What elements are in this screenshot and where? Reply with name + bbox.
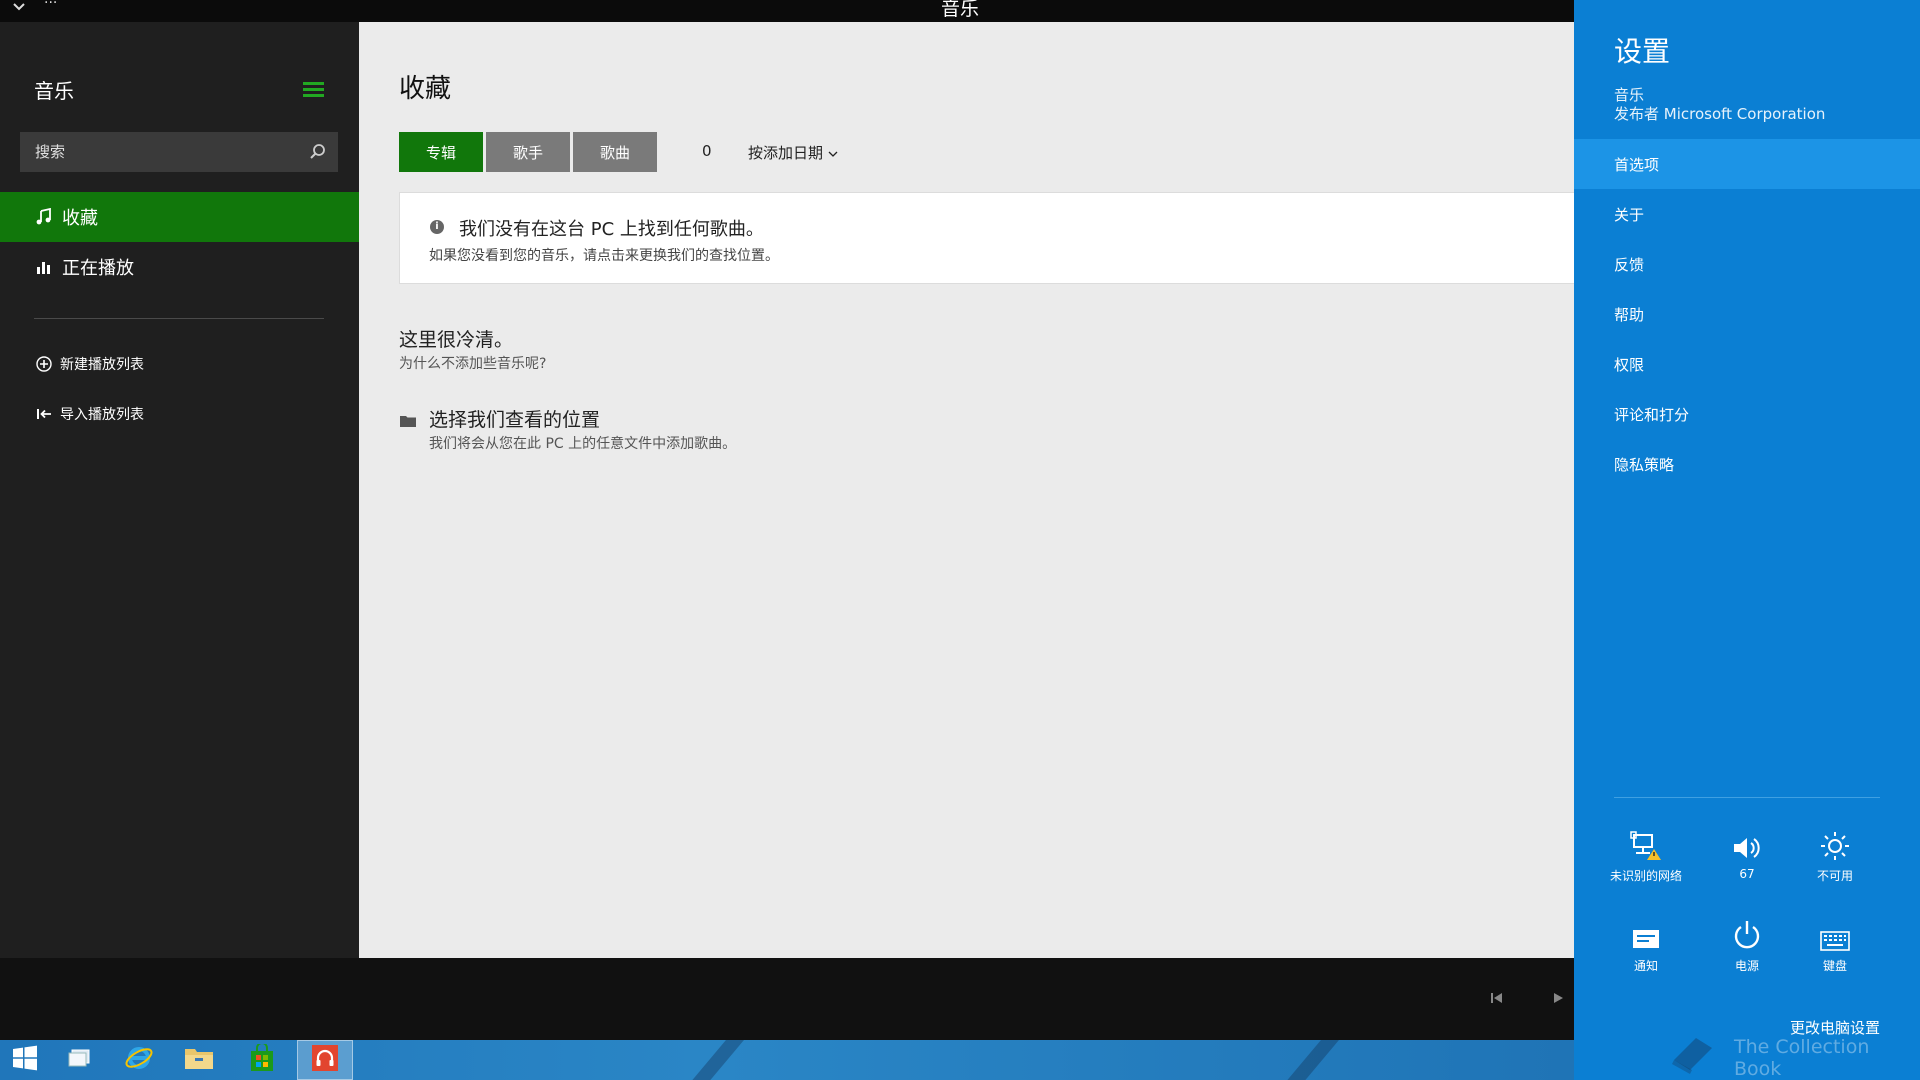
settings-charm: 设置 音乐 发布者 Microsoft Corporation 首选项 关于 反… [1574, 0, 1920, 1080]
hamburger-menu-icon[interactable] [303, 82, 324, 98]
keyboard-button[interactable]: 键盘 [1791, 915, 1879, 985]
power-label: 电源 [1734, 959, 1759, 973]
tab-artists[interactable]: 歌手 [486, 132, 570, 172]
divider [34, 318, 324, 319]
charm-item-label: 评论和打分 [1614, 405, 1690, 424]
sidebar-item-now-playing[interactable]: 正在播放 [0, 242, 359, 292]
folder-icon [400, 412, 416, 427]
previous-track-icon[interactable] [1487, 988, 1507, 1008]
tab-songs[interactable]: 歌曲 [573, 132, 657, 172]
choose-locations-subtext: 我们将会从您在此 PC 上的任意文件中添加歌曲。 [429, 436, 737, 452]
choose-locations-link[interactable]: 选择我们查看的位置 [429, 405, 600, 432]
brightness-label: 不可用 [1816, 869, 1853, 883]
volume-icon [1703, 825, 1791, 861]
charm-item-rate-review[interactable]: 评论和打分 [1574, 389, 1920, 439]
notice-subtitle: 如果您没看到您的音乐，请点击来更换我们的查找位置。 [429, 248, 779, 264]
import-playlist-label: 导入播放列表 [60, 407, 144, 423]
sort-label: 按添加日期 [748, 144, 824, 162]
empty-subtext: 为什么不添加些音乐呢? [399, 356, 547, 372]
charm-title: 设置 [1614, 35, 1671, 68]
equalizer-icon [34, 259, 54, 275]
chevron-down-icon [828, 144, 838, 162]
new-playlist-button[interactable]: 新建播放列表 [0, 349, 359, 379]
taskbar [0, 1040, 1574, 1080]
charm-item-feedback[interactable]: 反馈 [1574, 239, 1920, 289]
add-circle-icon [34, 356, 54, 372]
sidebar-item-collection[interactable]: 收藏 [0, 192, 359, 242]
music-app-button[interactable] [297, 1040, 353, 1080]
import-playlist-button[interactable]: 导入播放列表 [0, 399, 359, 429]
charm-item-label: 帮助 [1614, 305, 1645, 324]
file-explorer-button[interactable] [174, 1040, 224, 1080]
change-pc-settings-link[interactable]: 更改电脑设置 [1790, 1017, 1880, 1038]
power-icon [1703, 915, 1791, 951]
charm-item-label: 隐私策略 [1614, 455, 1675, 474]
store-button[interactable] [237, 1040, 287, 1080]
search-icon[interactable] [308, 142, 328, 162]
sidebar-item-label: 正在播放 [62, 258, 134, 279]
charm-item-label: 首选项 [1614, 155, 1660, 174]
network-label: 未识别的网络 [1609, 869, 1682, 883]
task-view-button[interactable] [54, 1040, 104, 1080]
import-icon [34, 407, 54, 421]
charm-item-label: 关于 [1614, 205, 1645, 224]
search-input[interactable] [20, 132, 305, 172]
charm-item-privacy[interactable]: 隐私策略 [1574, 439, 1920, 489]
internet-explorer-icon [124, 1043, 154, 1077]
wallpaper-stripe [675, 1040, 753, 1080]
charm-item-help[interactable]: 帮助 [1574, 289, 1920, 339]
brightness-icon [1791, 825, 1879, 861]
title-bar: ··· 音乐 [0, 0, 1574, 22]
wallpaper-stripe [1270, 1040, 1348, 1080]
network-warning-icon [1602, 825, 1690, 861]
sidebar: 音乐 收藏 正在播放 新建播放列表 导入播放列表 [0, 22, 359, 958]
internet-explorer-button[interactable] [114, 1040, 164, 1080]
music-note-icon [34, 208, 54, 226]
folder-icon [184, 1046, 214, 1074]
search-box [20, 132, 338, 172]
task-view-icon [67, 1048, 91, 1072]
charm-item-label: 反馈 [1614, 255, 1645, 274]
play-icon[interactable] [1548, 988, 1568, 1008]
info-icon: i [430, 220, 444, 234]
notifications-icon [1602, 915, 1690, 951]
charm-publisher: 发布者 Microsoft Corporation [1614, 105, 1826, 123]
volume-level: 67 [1739, 867, 1755, 881]
keyboard-label: 键盘 [1822, 959, 1847, 973]
no-songs-notice[interactable]: i 我们没有在这台 PC 上找到任何歌曲。 如果您没看到您的音乐，请点击来更换我… [399, 192, 1575, 284]
page-title: 收藏 [399, 74, 452, 104]
headphones-icon [311, 1044, 339, 1076]
start-button[interactable] [0, 1040, 50, 1080]
windows-logo-icon [12, 1045, 38, 1075]
volume-button[interactable]: 67 [1703, 825, 1791, 895]
app-title: 音乐 [34, 79, 74, 103]
charm-item-label: 权限 [1614, 355, 1645, 374]
player-bar [0, 958, 1574, 1040]
brightness-button[interactable]: 不可用 [1791, 825, 1879, 895]
charm-item-permissions[interactable]: 权限 [1574, 339, 1920, 389]
charm-item-about[interactable]: 关于 [1574, 189, 1920, 239]
sidebar-item-label: 收藏 [62, 208, 98, 229]
power-button[interactable]: 电源 [1703, 915, 1791, 985]
charm-app-name: 音乐 [1614, 86, 1645, 104]
charm-item-preferences[interactable]: 首选项 [1574, 139, 1920, 189]
notice-title: 我们没有在这台 PC 上找到任何歌曲。 [459, 219, 764, 240]
tab-albums[interactable]: 专辑 [399, 132, 483, 172]
store-icon [249, 1042, 275, 1076]
empty-heading: 这里很冷清。 [399, 329, 514, 351]
main-content: 收藏 专辑 歌手 歌曲 0 按添加日期 i 我们没有在这台 PC 上找到任何歌曲… [359, 22, 1575, 958]
item-count: 0 [702, 142, 712, 160]
divider [1614, 797, 1880, 798]
sort-dropdown[interactable]: 按添加日期 [748, 142, 838, 163]
notifications-button[interactable]: 通知 [1602, 915, 1690, 985]
keyboard-icon [1791, 915, 1879, 951]
book-logo-icon [1668, 1030, 1716, 1076]
network-button[interactable]: 未识别的网络 [1602, 825, 1690, 895]
watermark: The Collection Book [1734, 1036, 1870, 1080]
notifications-label: 通知 [1633, 959, 1658, 973]
new-playlist-label: 新建播放列表 [60, 357, 144, 373]
